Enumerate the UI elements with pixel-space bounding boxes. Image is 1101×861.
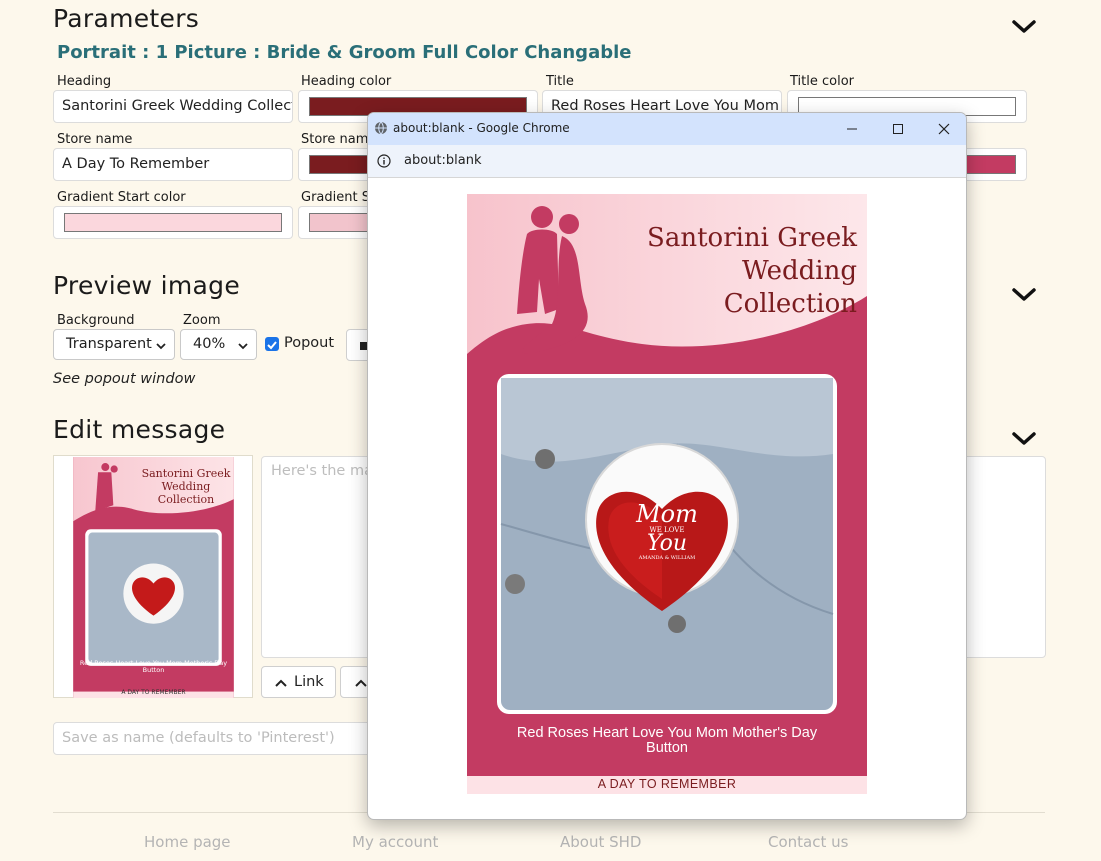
chevron-down-icon[interactable]: [1011, 286, 1037, 304]
gradient-stop-label: Gradient St: [301, 190, 376, 205]
message-placeholder: Here's the ma: [271, 463, 373, 479]
gradient-start-color-picker[interactable]: [53, 206, 293, 239]
save-name-input[interactable]: Save as name (defaults to 'Pinterest'): [53, 722, 373, 755]
store-name-label: Store name: [57, 132, 133, 147]
globe-icon: [375, 121, 387, 135]
preview-thumbnail: Santorini Greek Wedding Collection Red Ro…: [53, 455, 253, 698]
card-store-name: A DAY TO REMEMBER: [597, 777, 737, 791]
preview-card: Santorini Greek Wedding Collection Mom W…: [467, 194, 867, 794]
window-titlebar[interactable]: about:blank - Google Chrome: [368, 113, 966, 145]
background-select[interactable]: Transparent: [53, 329, 175, 360]
chevron-up-icon: [355, 679, 367, 687]
popout-note: See popout window: [53, 371, 196, 387]
gradient-start-label: Gradient Start color: [57, 190, 186, 205]
footer-contact-link[interactable]: Contact us: [768, 833, 848, 851]
card-title-line2: Button: [646, 740, 688, 756]
gradient-start-swatch: [64, 213, 282, 232]
expand-button[interactable]: [340, 666, 370, 698]
chevron-up-icon: [275, 679, 287, 687]
store-name-input[interactable]: A Day To Remember: [53, 148, 293, 181]
window-title: about:blank - Google Chrome: [393, 121, 570, 135]
title-label: Title: [546, 74, 574, 89]
store-name-color-label: Store name: [301, 132, 377, 147]
heading-color-label: Heading color: [301, 74, 392, 89]
card-heading-line2: Wedding Collection: [723, 256, 857, 319]
address-bar[interactable]: about:blank: [368, 145, 966, 178]
footer-home-link[interactable]: Home page: [144, 833, 231, 851]
chevron-down-icon: [238, 343, 248, 350]
address-text: about:blank: [404, 153, 482, 168]
zoom-select[interactable]: 40%: [180, 329, 257, 360]
chevron-down-icon[interactable]: [1011, 18, 1037, 36]
thumbnail-store: A DAY TO REMEMBER: [121, 689, 186, 696]
background-select-value: Transparent: [66, 336, 152, 352]
badge-text: Mom WE LOVE You AMANDA & WILLIAM: [636, 500, 698, 561]
heading-label: Heading: [57, 74, 112, 89]
footer-account-link[interactable]: My account: [352, 833, 438, 851]
minimize-icon[interactable]: [846, 123, 858, 135]
chevron-down-icon[interactable]: [1011, 430, 1037, 448]
info-icon[interactable]: [377, 154, 391, 168]
link-button-label: Link: [294, 674, 324, 690]
maximize-icon[interactable]: [892, 123, 904, 135]
parameters-heading: Parameters: [53, 4, 200, 33]
close-icon[interactable]: [938, 123, 950, 135]
thumbnail-heading: Santorini Greek Wedding Collection: [141, 467, 231, 506]
chevron-down-icon: [156, 343, 166, 350]
card-title: Red Roses Heart Love You Mom Mother's Da…: [467, 726, 867, 756]
heading-input[interactable]: Santorini Greek Wedding Collecti: [53, 90, 293, 123]
popout-label: Popout: [284, 335, 335, 351]
zoom-label: Zoom: [183, 313, 221, 328]
link-button[interactable]: Link: [261, 666, 336, 698]
thumbnail-title: Red Roses Heart Love You Mom Mother's Da…: [79, 659, 228, 674]
edit-message-heading: Edit message: [53, 415, 226, 444]
checkmark-icon: [267, 341, 277, 350]
zoom-select-value: 40%: [193, 336, 226, 352]
template-subtitle: Portrait : 1 Picture : Bride & Groom Ful…: [57, 42, 632, 63]
title-color-label: Title color: [790, 74, 855, 89]
footer-about-link[interactable]: About SHD: [560, 833, 641, 851]
preview-heading: Preview image: [53, 271, 241, 300]
background-label: Background: [57, 313, 135, 328]
card-title-line1: Red Roses Heart Love You Mom Mother's Da…: [516, 725, 818, 741]
card-heading: Santorini Greek Wedding Collection: [622, 222, 857, 321]
popout-window[interactable]: about:blank - Google Chrome about:blank: [367, 112, 967, 820]
popout-checkbox[interactable]: [265, 337, 279, 351]
card-heading-line1: Santorini Greek: [647, 223, 857, 253]
